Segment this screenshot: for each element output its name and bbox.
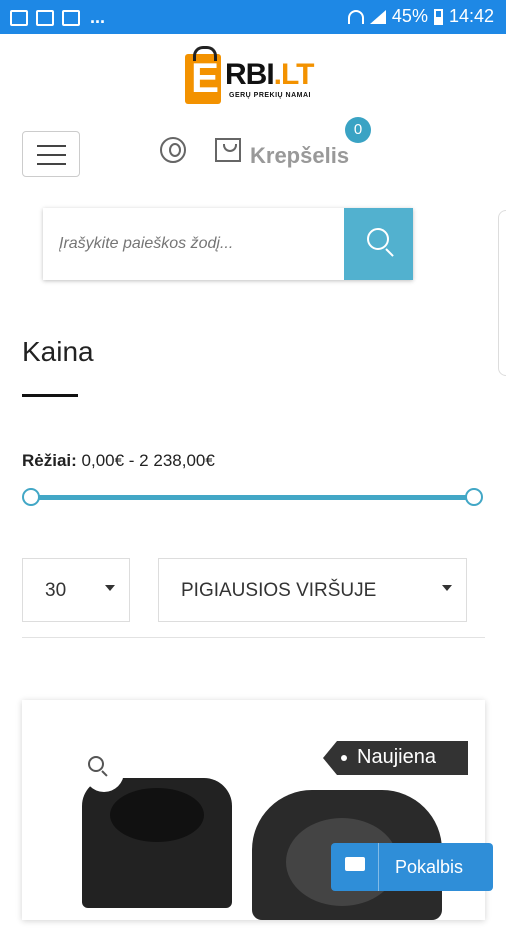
cart-label[interactable]: Krepšelis (250, 143, 349, 169)
status-bar: ... 45% 14:42 (0, 0, 506, 34)
wifi-icon (347, 9, 364, 24)
chevron-down-icon (442, 585, 452, 591)
hamburger-menu-button[interactable] (22, 131, 80, 177)
sort-value: PIGIAUSIOS VIRŠUJE (181, 580, 377, 601)
badge-dot-icon (341, 755, 347, 761)
product-photo-part (82, 778, 232, 908)
account-icon[interactable] (160, 137, 186, 163)
price-range-text: Rėžiai: 0,00€ - 2 238,00€ (22, 451, 215, 471)
more-notifications: ... (90, 7, 106, 27)
search-icon (367, 228, 389, 250)
per-page-value: 30 (45, 580, 67, 601)
chat-button[interactable]: Pokalbis (331, 843, 493, 891)
per-page-select[interactable]: 30 (22, 558, 130, 622)
search-input[interactable] (43, 208, 343, 280)
price-slider-track[interactable] (31, 495, 474, 500)
logo-tagline: GERŲ PREKIŲ NAMAI (229, 92, 312, 99)
system-indicators: 45% 14:42 (347, 6, 494, 27)
chat-label: Pokalbis (395, 857, 464, 877)
image-notification-icon (10, 9, 28, 26)
sort-select[interactable]: PIGIAUSIOS VIRŠUJE (158, 558, 467, 622)
badge-label: Naujiena (357, 746, 436, 768)
search-button[interactable] (344, 208, 413, 280)
logo-wordmark: RBI.LT (225, 58, 315, 92)
menu-bar-icon (37, 154, 66, 156)
clock: 14:42 (448, 6, 494, 26)
price-range-label: Rėžiai: (22, 451, 77, 470)
title-underline (22, 394, 78, 397)
toolbar-divider (22, 637, 485, 638)
new-product-badge: Naujiena (323, 741, 468, 775)
price-slider-max-handle[interactable] (465, 488, 483, 506)
side-panel-tab[interactable] (498, 210, 506, 376)
shield-notification-icon (36, 9, 54, 26)
logo-wordmark-main: RBI (225, 58, 275, 91)
chevron-down-icon (105, 585, 115, 591)
menu-bar-icon (37, 145, 66, 147)
notification-icons: ... (10, 7, 105, 28)
battery-icon (433, 8, 443, 25)
price-slider-min-handle[interactable] (22, 488, 40, 506)
search-icon-handle (385, 248, 394, 257)
mail-notification-icon (62, 9, 80, 26)
price-filter-title: Kaina (22, 336, 94, 367)
search-bar (43, 208, 413, 280)
cart-icon[interactable] (215, 138, 241, 162)
logo-letter: E (191, 54, 220, 101)
zoom-icon[interactable] (84, 752, 124, 792)
cart-count-badge: 0 (345, 117, 371, 143)
chat-icon-wrap (331, 843, 379, 891)
battery-percent: 45% (391, 6, 428, 26)
price-range-value: 0,00€ - 2 238,00€ (81, 451, 215, 470)
chat-bubble-icon (345, 857, 365, 871)
menu-bar-icon (37, 163, 66, 165)
signal-icon (369, 9, 386, 24)
logo-wordmark-suffix: .LT (273, 58, 315, 91)
site-logo[interactable]: E RBI.LT GERŲ PREKIŲ NAMAI (185, 46, 325, 108)
